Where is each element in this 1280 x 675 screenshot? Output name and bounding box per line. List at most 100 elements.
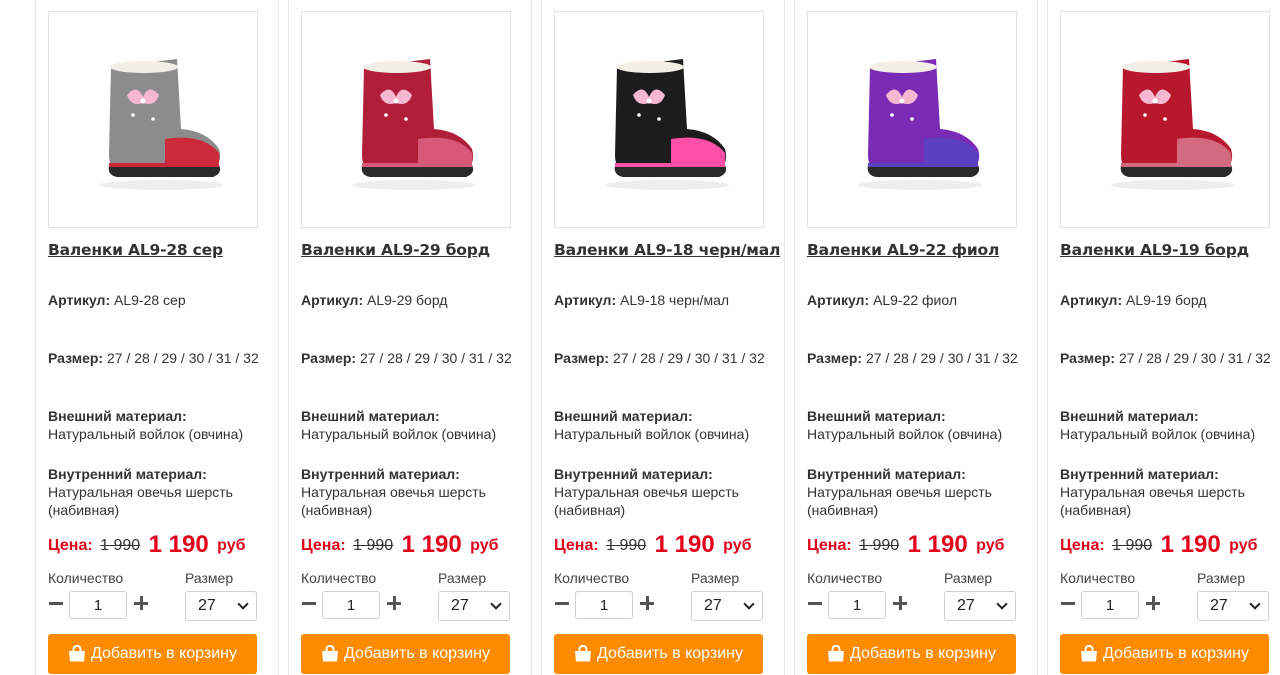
quantity-increase-button[interactable] [892,595,908,611]
product-grid: Валенки AL9-28 сер Артикул: AL9-28 сер Р… [0,0,1280,675]
size-select-label: Размер [185,570,234,586]
outer-material-info: Внешний материал: Натуральный войлок (ов… [48,407,263,443]
inner-material-info: Внутренний материал: Натуральная овечья … [807,465,1022,519]
chevron-down-icon [996,598,1008,610]
outer-material-info: Внешний материал: Натуральный войлок (ов… [1060,407,1275,443]
size-value: 27 / 28 / 29 / 30 / 31 / 32 [865,350,1018,366]
quantity-input[interactable] [69,591,127,619]
article-info: Артикул: AL9-28 сер [48,291,263,309]
quantity-input[interactable] [828,591,886,619]
size-label: Размер: [48,350,104,366]
product-name-link[interactable]: Валенки AL9-29 борд [301,241,529,259]
old-price: 1 990 [859,537,900,554]
size-info: Размер: 27 / 28 / 29 / 30 / 31 / 32 [48,349,263,367]
size-select-value: 27 [704,597,722,614]
inner-material-info: Внутренний материал: Натуральная овечья … [554,465,769,519]
article-info: Артикул: AL9-22 фиол [807,291,1022,309]
quantity-decrease-button[interactable] [48,595,64,611]
size-label: Размер: [1060,350,1116,366]
quantity-label: Количество [1060,570,1136,586]
product-card: Валенки AL9-18 черн/мал Артикул: AL9-18 … [541,0,785,675]
price-row: Цена: 1 990 1 190 руб [554,529,751,558]
size-info: Размер: 27 / 28 / 29 / 30 / 31 / 32 [807,349,1022,367]
product-image[interactable] [807,11,1017,228]
quantity-input[interactable] [1081,591,1139,619]
chevron-down-icon [490,598,502,610]
currency: руб [1229,537,1258,554]
product-name-link[interactable]: Валенки AL9-19 борд [1060,241,1280,259]
size-select[interactable]: 27 [944,591,1016,621]
size-select[interactable]: 27 [438,591,510,621]
size-select-value: 27 [451,597,469,614]
size-value: 27 / 28 / 29 / 30 / 31 / 32 [612,350,765,366]
chevron-down-icon [237,598,249,610]
quantity-decrease-button[interactable] [301,595,317,611]
quantity-label: Количество [48,570,124,586]
outer-material-label: Внешний материал: [301,408,440,424]
add-to-cart-button[interactable]: Добавить в корзину [301,634,510,674]
product-card: Валенки AL9-29 борд Артикул: AL9-29 борд… [288,0,532,675]
inner-material-label: Внутренний материал: [48,466,207,482]
size-select[interactable]: 27 [1197,591,1269,621]
new-price: 1 190 [148,531,209,558]
product-name-link[interactable]: Валенки AL9-18 черн/мал [554,241,782,259]
article-label: Артикул: [1060,292,1123,308]
new-price: 1 190 [654,531,715,558]
size-value: 27 / 28 / 29 / 30 / 31 / 32 [1118,350,1271,366]
size-label: Размер: [301,350,357,366]
inner-material-info: Внутренний материал: Натуральная овечья … [1060,465,1275,519]
price-label: Цена: [807,537,852,554]
size-select[interactable]: 27 [185,591,257,621]
product-name-link[interactable]: Валенки AL9-28 сер [48,241,276,259]
add-to-cart-button[interactable]: Добавить в корзину [1060,634,1269,674]
article-info: Артикул: AL9-19 борд [1060,291,1275,309]
add-to-cart-button[interactable]: Добавить в корзину [554,634,763,674]
boot-image [605,58,729,190]
inner-material-value: Натуральная овечья шерсть (набивная) [48,484,233,518]
quantity-decrease-button[interactable] [1060,595,1076,611]
add-to-cart-label: Добавить в корзину [343,645,490,662]
size-select-label: Размер [944,570,993,586]
size-select[interactable]: 27 [691,591,763,621]
product-image[interactable] [48,11,258,228]
size-info: Размер: 27 / 28 / 29 / 30 / 31 / 32 [1060,349,1275,367]
product-image[interactable] [1060,11,1270,228]
quantity-increase-button[interactable] [133,595,149,611]
inner-material-info: Внутренний материал: Натуральная овечья … [301,465,516,519]
product-name-link[interactable]: Валенки AL9-22 фиол [807,241,1035,259]
quantity-decrease-button[interactable] [554,595,570,611]
quantity-label: Количество [301,570,377,586]
quantity-input[interactable] [322,591,380,619]
article-value: AL9-18 черн/мал [620,292,730,308]
currency: руб [470,537,499,554]
boot-image [858,58,982,190]
shopping-bag-icon [321,644,338,661]
product-card: Валенки AL9-28 сер Артикул: AL9-28 сер Р… [35,0,279,675]
quantity-increase-button[interactable] [639,595,655,611]
boot-image [99,58,223,190]
new-price: 1 190 [907,531,968,558]
new-price: 1 190 [1160,531,1221,558]
article-info: Артикул: AL9-18 черн/мал [554,291,769,309]
add-to-cart-label: Добавить в корзину [90,645,237,662]
size-label: Размер: [554,350,610,366]
product-image[interactable] [301,11,511,228]
product-card: Валенки AL9-22 фиол Артикул: AL9-22 фиол… [794,0,1038,675]
currency: руб [976,537,1005,554]
quantity-input[interactable] [575,591,633,619]
outer-material-value: Натуральный войлок (овчина) [301,426,497,442]
inner-material-label: Внутренний материал: [1060,466,1219,482]
size-select-value: 27 [198,597,216,614]
quantity-decrease-button[interactable] [807,595,823,611]
quantity-increase-button[interactable] [1145,595,1161,611]
add-to-cart-button[interactable]: Добавить в корзину [48,634,257,674]
add-to-cart-button[interactable]: Добавить в корзину [807,634,1016,674]
quantity-increase-button[interactable] [386,595,402,611]
size-label: Размер: [807,350,863,366]
product-image[interactable] [554,11,764,228]
article-label: Артикул: [301,292,364,308]
outer-material-value: Натуральный войлок (овчина) [48,426,244,442]
article-value: AL9-29 борд [367,292,448,308]
inner-material-value: Натуральная овечья шерсть (набивная) [554,484,739,518]
price-row: Цена: 1 990 1 190 руб [301,529,499,558]
